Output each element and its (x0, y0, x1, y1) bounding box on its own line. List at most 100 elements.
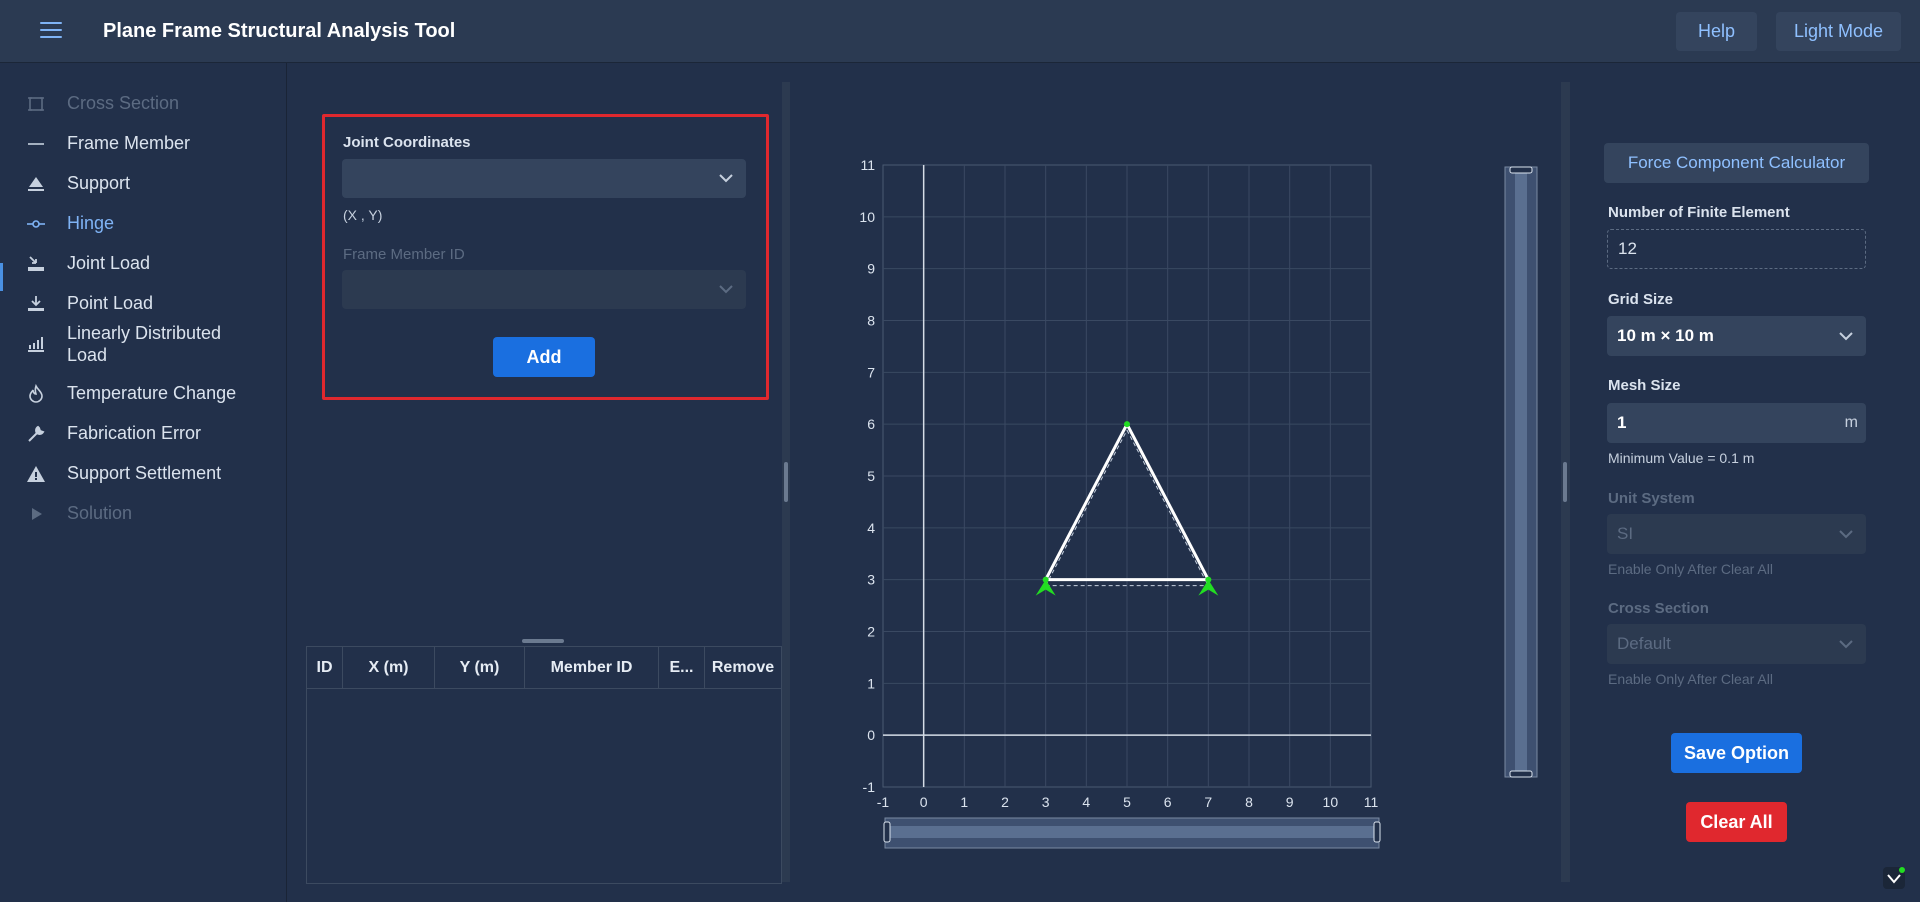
save-option-button[interactable]: Save Option (1671, 733, 1802, 773)
x-tick-label: 6 (1164, 794, 1172, 810)
x-tick-label: 4 (1082, 794, 1090, 810)
y-tick-label: 1 (867, 675, 875, 691)
sidebar-item-label: Support Settlement (67, 463, 222, 483)
cross-section-hint: Enable Only After Clear All (1608, 671, 1773, 687)
unit-system-select: SI (1607, 514, 1866, 554)
column-header[interactable]: Remove (705, 647, 781, 689)
chat-widget-icon[interactable] (1882, 866, 1906, 890)
sidebar-item-label: Cross Section (67, 93, 180, 113)
sidebar-item-point-load[interactable]: Point Load (0, 293, 287, 315)
x-tick-label: 7 (1204, 794, 1212, 810)
chevron-down-icon (719, 174, 733, 183)
hinge-icon (26, 214, 46, 234)
x-tick-label: 10 (1323, 794, 1339, 810)
sidebar-item-joint-load[interactable]: Joint Load (0, 253, 287, 275)
cross-section-label: Cross Section (1608, 600, 1709, 617)
mesh-size-unit: m (1844, 414, 1858, 431)
mesh-size-label: Mesh Size (1608, 377, 1681, 394)
grid-size-label: Grid Size (1608, 291, 1674, 308)
sidebar-item-label: Support (67, 173, 131, 193)
y-tick-label: -1 (863, 779, 876, 795)
sidebar-item-label: Temperature Change (67, 383, 237, 403)
sidebar-item-linearly-distributed[interactable]: Linearly Distributed Load (0, 323, 287, 367)
finite-element-input[interactable]: 12 (1607, 229, 1866, 269)
column-header[interactable]: Member ID (525, 647, 659, 689)
x-tick-label: 5 (1123, 794, 1131, 810)
mesh-size-value: 1 (1617, 413, 1627, 432)
unit-system-hint: Enable Only After Clear All (1608, 561, 1773, 577)
splitter-grip-right[interactable] (1563, 462, 1567, 502)
y-tick-label: 7 (867, 364, 875, 380)
x-tick-label: 11 (1364, 794, 1379, 810)
joint-load-icon (26, 254, 46, 274)
table-header: ID X (m) Y (m) Member ID E... Remove (307, 647, 781, 689)
x-tick-label: -1 (877, 794, 890, 810)
column-header[interactable]: ID (307, 647, 343, 689)
sidebar-item-fabrication-error[interactable]: Fabrication Error (0, 423, 287, 445)
force-component-calculator-button[interactable]: Force Component Calculator (1604, 143, 1869, 183)
y-range-track (1515, 167, 1527, 777)
x-tick-label: 2 (1001, 794, 1009, 810)
chevron-down-icon (719, 285, 733, 294)
sidebar-item-hinge[interactable]: Hinge (0, 213, 287, 235)
y-tick-label: 11 (860, 157, 875, 173)
distributed-load-icon (26, 334, 46, 354)
joint-coordinates-select[interactable] (342, 159, 746, 198)
line-icon (26, 134, 46, 154)
y-tick-label: 0 (867, 727, 875, 743)
app-title: Plane Frame Structural Analysis Tool (103, 20, 456, 42)
finite-element-label: Number of Finite Element (1608, 204, 1790, 221)
help-button[interactable]: Help (1676, 12, 1757, 51)
play-icon (26, 504, 46, 524)
add-button[interactable]: Add (493, 337, 595, 377)
y-tick-label: 6 (867, 416, 875, 432)
y-tick-label: 2 (867, 624, 875, 640)
x-tick-label: 1 (960, 794, 968, 810)
frame-plot[interactable]: -1 0 1 2 3 4 5 6 7 8 9 10 11 -1 0 1 2 3 4 5 6 7 8 9 10 11 (840, 150, 1580, 870)
clear-all-button[interactable]: Clear All (1686, 802, 1787, 842)
x-tick-label: 0 (920, 794, 928, 810)
y-range-handle-top (1509, 166, 1533, 174)
x-tick-label: 9 (1286, 794, 1294, 810)
table-resize-grip[interactable] (522, 639, 564, 643)
mesh-size-hint: Minimum Value = 0.1 m (1608, 450, 1755, 466)
column-header[interactable]: E... (659, 647, 705, 689)
y-tick-label: 10 (859, 209, 875, 225)
x-range-handle-left (883, 821, 891, 843)
wrench-icon (26, 424, 46, 444)
unit-system-value: SI (1617, 524, 1634, 543)
x-range-handle-right (1373, 821, 1381, 843)
sidebar-item-support[interactable]: Support (0, 173, 287, 195)
grid-size-value: 10 m × 10 m (1617, 326, 1714, 345)
y-tick-label: 9 (867, 261, 875, 277)
sidebar-item-solution: Solution (0, 503, 287, 525)
chevron-down-icon (1839, 640, 1853, 649)
column-header[interactable]: X (m) (343, 647, 435, 689)
sidebar-item-label: Fabrication Error (67, 423, 202, 443)
joint-coordinates-label: Joint Coordinates (343, 134, 471, 151)
finite-element-value: 12 (1618, 239, 1637, 258)
hamburger-menu-icon[interactable] (40, 20, 62, 40)
sidebar-item-label: Joint Load (67, 253, 151, 273)
top-bar: Plane Frame Structural Analysis Tool Hel… (0, 0, 1920, 63)
x-tick-label: 3 (1042, 794, 1050, 810)
sidebar-item-label: Hinge (67, 213, 115, 233)
splitter-grip[interactable] (784, 462, 788, 502)
sidebar-item-temperature-change[interactable]: Temperature Change (0, 383, 287, 405)
chevron-down-icon (1839, 530, 1853, 539)
mesh-size-input[interactable]: 1 m (1607, 403, 1866, 443)
point-load-icon (26, 294, 46, 314)
sidebar-item-frame-member[interactable]: Frame Member (0, 133, 287, 155)
sidebar-item-label: Point Load (67, 293, 154, 313)
warning-icon (26, 464, 46, 484)
support-icon (26, 174, 46, 194)
x-tick-label: 8 (1245, 794, 1253, 810)
frame-member-id-label: Frame Member ID (343, 246, 465, 263)
sidebar-item-label: Frame Member (67, 133, 191, 153)
grid-size-select[interactable]: 10 m × 10 m (1607, 316, 1866, 356)
frame-member-id-select[interactable] (342, 270, 746, 309)
light-mode-button[interactable]: Light Mode (1776, 12, 1901, 51)
coordinates-hint: (X , Y) (343, 207, 383, 223)
column-header[interactable]: Y (m) (435, 647, 525, 689)
sidebar-item-support-settlement[interactable]: Support Settlement (0, 463, 287, 485)
